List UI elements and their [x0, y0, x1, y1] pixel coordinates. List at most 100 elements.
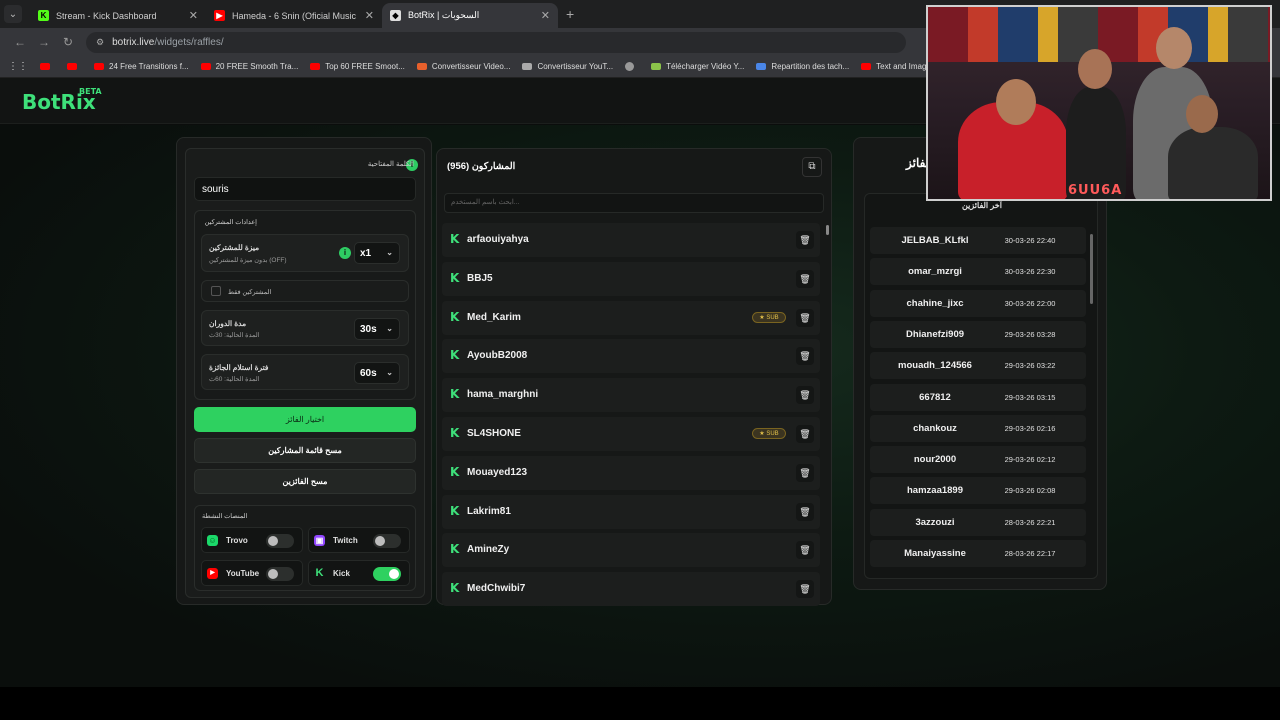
bookmark-item[interactable]	[67, 63, 82, 70]
close-tab-icon[interactable]: ✕	[189, 9, 198, 22]
copy-icon[interactable]: ⧉	[802, 157, 822, 177]
claim-period-row: فترة استلام الجائزة المدة الحالية: 60ث 6…	[201, 354, 409, 390]
participant-name: AyoubB2008	[467, 350, 528, 362]
kick-toggle[interactable]	[373, 567, 401, 581]
clear-winners-button[interactable]: مسح الفائزين	[194, 469, 416, 494]
youtube-icon	[310, 63, 321, 70]
multiplier-select[interactable]: x1 ⌄	[354, 242, 400, 264]
url-field[interactable]: ⚙ botrix.live/widgets/raffles/	[86, 31, 906, 53]
forward-icon[interactable]: →	[32, 35, 56, 49]
converter-icon	[522, 63, 533, 70]
bookmark-label: 24 Free Transitions f...	[109, 62, 189, 71]
raffle-settings-panel: i الكلمة المفتاحية souris إعدادات المشتر…	[176, 137, 432, 605]
webcam-overlay: 6UU6A	[926, 5, 1272, 201]
spin-duration-select[interactable]: 30s ⌄	[354, 318, 400, 340]
kick-icon: K	[450, 503, 460, 518]
bookmark-label: Télécharger Vidéo Y...	[666, 62, 745, 71]
trash-icon[interactable]: 🗑	[796, 231, 814, 249]
bookmark-item[interactable]: Repartition des tach...	[756, 62, 849, 71]
kick-icon: K	[450, 232, 460, 246]
youtube-icon	[200, 63, 211, 70]
platform-name: YouTube	[226, 569, 260, 578]
participant-row[interactable]: K MedChwibi7 🗑	[442, 572, 820, 607]
trash-icon[interactable]: 🗑	[796, 502, 814, 521]
bookmark-item[interactable]: Top 60 FREE Smoot...	[310, 62, 405, 71]
tab-search-icon[interactable]: ⌄	[4, 5, 22, 23]
trash-icon[interactable]: 🗑	[796, 347, 814, 366]
trash-icon[interactable]: 🗑	[796, 308, 814, 327]
subs-only-row[interactable]: المشتركين فقط	[201, 280, 409, 302]
participant-row[interactable]: K BBJ5 🗑	[442, 261, 820, 296]
new-tab-icon[interactable]: +	[566, 6, 574, 22]
trash-icon[interactable]: 🗑	[796, 269, 814, 288]
participant-row[interactable]: K AyoubB2008 🗑	[442, 339, 820, 374]
winners-list-title: آخر الفائزين	[962, 201, 1002, 210]
url-path: /widgets/raffles/	[154, 36, 224, 48]
kick-icon: K	[450, 270, 460, 285]
neon-sign: 6UU6A	[1068, 183, 1123, 198]
trovo-toggle[interactable]	[266, 534, 294, 548]
clear-participants-button[interactable]: مسح قائمة المشاركين	[194, 438, 416, 463]
trash-icon[interactable]: 🗑	[796, 580, 814, 599]
winner-row: JELBAB_KLfkl 30-03-26 22:40	[870, 227, 1086, 254]
kick-icon: K	[450, 542, 460, 557]
subs-only-checkbox[interactable]	[211, 286, 221, 296]
browser-tab[interactable]: ▶ Hameda - 6 Snin (Oficial Music ✕	[206, 3, 382, 28]
participant-row[interactable]: K Med_Karim ★ SUB 🗑	[442, 300, 820, 335]
youtube-toggle[interactable]	[266, 567, 294, 581]
toggle-knob	[389, 569, 399, 579]
trash-icon[interactable]: 🗑	[796, 541, 814, 560]
bookmark-item[interactable]: 20 FREE Smooth Tra...	[200, 62, 298, 71]
site-info-icon[interactable]: ⚙	[96, 37, 104, 48]
back-icon[interactable]: ←	[8, 35, 32, 49]
close-tab-icon[interactable]: ✕	[365, 9, 374, 22]
bookmark-item[interactable]	[625, 62, 639, 71]
participant-row[interactable]: K Lakrim81 🗑	[442, 494, 820, 529]
bookmark-label: Top 60 FREE Smoot...	[325, 62, 405, 71]
browser-tab[interactable]: K Stream - Kick Dashboard ✕	[30, 3, 206, 28]
trash-icon[interactable]: 🗑	[796, 425, 814, 443]
participant-row[interactable]: K AmineZy 🗑	[442, 533, 820, 568]
participant-name: arfaouiyahya	[467, 234, 529, 245]
participant-search-input[interactable]: ابحث باسم المستخدم...	[444, 193, 824, 213]
claim-period-sub: المدة الحالية: 60ث	[209, 376, 260, 383]
scrollbar[interactable]	[826, 223, 829, 603]
reload-icon[interactable]: ↻	[56, 35, 80, 49]
bookmark-item[interactable]: Convertisseur YouT...	[522, 62, 613, 71]
bookmark-item[interactable]: Convertisseur Video...	[416, 62, 510, 71]
keyword-label: الكلمة المفتاحية	[367, 161, 414, 168]
keyword-input[interactable]: souris	[194, 177, 416, 201]
download-icon	[651, 63, 662, 70]
participants-title: المشاركون (956)	[447, 161, 516, 172]
close-tab-icon[interactable]: ✕	[541, 9, 550, 22]
scrollbar-thumb[interactable]	[826, 225, 829, 235]
winner-row: omar_mzrgi 30-03-26 22:30	[870, 258, 1086, 286]
winner-row: chankouz 29-03-26 02:16	[870, 414, 1086, 442]
winner-date: 29-03-26 03:28	[1004, 329, 1056, 339]
participant-row[interactable]: Karfaouiyahya 🗑	[442, 223, 820, 257]
subscriber-settings: إعدادات المشتركين ميزة للمشتركين بدون مي…	[194, 210, 416, 400]
kick-icon: K	[450, 387, 460, 402]
browser-tab-active[interactable]: ◆ BotRix | السحوبات ✕	[382, 3, 558, 28]
bookmark-item[interactable]: 24 Free Transitions f...	[94, 62, 189, 71]
trash-icon[interactable]: 🗑	[796, 386, 814, 405]
scrollbar-thumb[interactable]	[1090, 234, 1093, 304]
chevron-down-icon: ⌄	[386, 324, 393, 333]
botrix-logo[interactable]: BotRix BETA	[22, 87, 102, 114]
trash-icon[interactable]: 🗑	[796, 463, 814, 482]
subscriber-settings-title: إعدادات المشتركين	[204, 219, 257, 226]
toggle-knob	[268, 536, 278, 546]
pick-winner-button[interactable]: اختيار الفائز	[194, 407, 416, 432]
scrollbar[interactable]	[1090, 234, 1093, 574]
participant-row[interactable]: Khama_marghni 🗑	[442, 378, 820, 413]
info-icon[interactable]: i	[339, 247, 351, 259]
participant-row[interactable]: K SL4SHONE ★ SUB 🗑	[442, 417, 820, 451]
claim-period-select[interactable]: 60s ⌄	[354, 362, 400, 384]
apps-icon[interactable]: ⋮⋮	[8, 61, 28, 72]
bookmark-item[interactable]	[40, 63, 55, 70]
participant-row[interactable]: K Mouayed123 🗑	[442, 455, 820, 490]
twitch-toggle[interactable]	[373, 534, 401, 548]
sub-advantage-sub: بدون ميزة للمشتركين (OFF)	[209, 257, 287, 264]
platform-name: Kick	[333, 569, 350, 578]
bookmark-item[interactable]: Télécharger Vidéo Y...	[651, 62, 744, 71]
